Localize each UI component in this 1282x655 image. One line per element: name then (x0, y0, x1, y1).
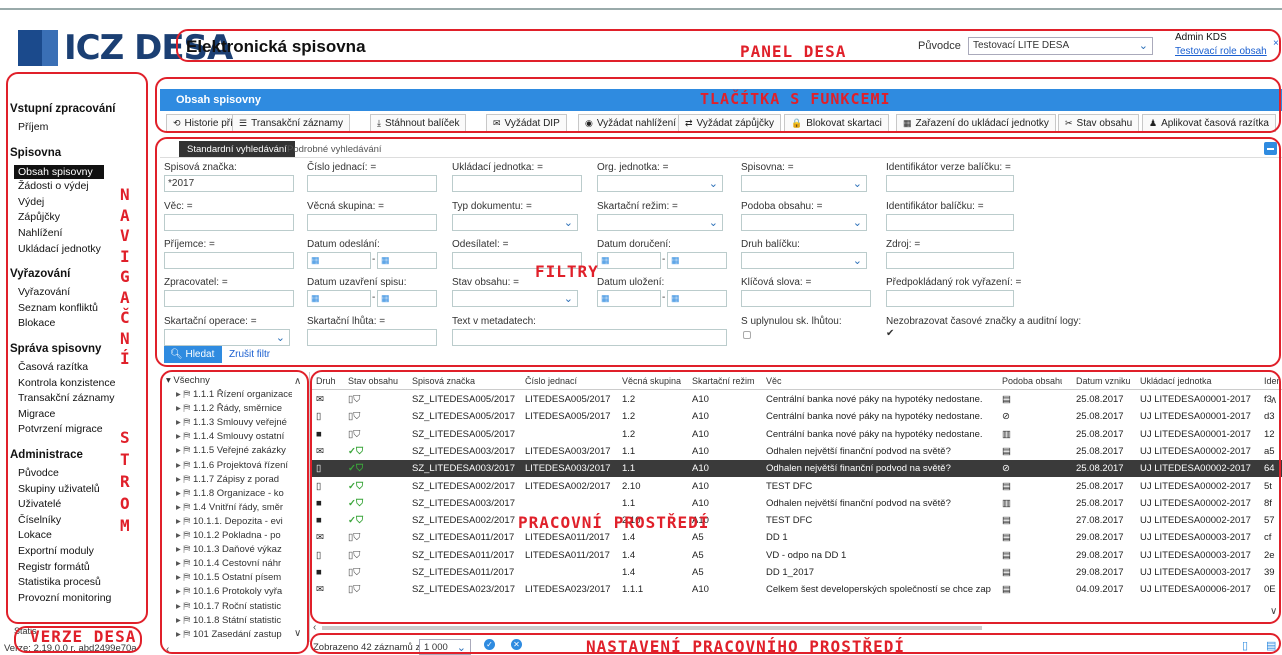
annotation-nav-box (6, 72, 148, 624)
annotation-nav-letter: N (120, 185, 131, 204)
table-scroll-left-icon[interactable]: ‹ (313, 622, 316, 633)
table-horizontal-scrollbar[interactable] (322, 626, 982, 630)
annotation-settings-label: NASTAVENÍ PRACOVNÍHO PROSTŘEDÍ (586, 637, 905, 655)
annotation-tree-letter: S (120, 428, 131, 447)
annotation-tree-letter: T (120, 450, 131, 469)
annotation-panel-box (176, 29, 1281, 62)
annotation-tree-box (160, 370, 309, 654)
annotation-workspace-box (310, 370, 1281, 624)
annotation-workspace-label: PRACOVNÍ PROSTŘEDÍ (518, 513, 710, 532)
annotation-tree-letter: R (120, 472, 131, 491)
annotation-panel-label: PANEL DESA (740, 42, 847, 61)
annotation-nav-letter: G (120, 267, 131, 286)
annotation-tree-letter: M (120, 516, 131, 535)
logo-mark (18, 30, 58, 66)
top-border (0, 8, 1282, 10)
annotation-filters-box (155, 137, 1281, 367)
annotation-filters-label: FILTRY (535, 262, 599, 281)
annotation-version-label: VERZE DESA (30, 627, 137, 646)
annotation-tree-letter: O (120, 494, 131, 513)
annotation-buttons-label: TLAČÍTKA S FUNKCEMI (700, 90, 891, 108)
annotation-nav-letter: I (120, 246, 131, 266)
app-root: ICZ DESA Elektronická spisovna Původce T… (0, 0, 1282, 655)
annotation-nav-letter: Í (120, 349, 131, 368)
annotation-nav-letter: V (120, 226, 131, 245)
annotation-nav-letter: A (120, 205, 131, 225)
annotation-nav-letter: A (120, 287, 131, 307)
annotation-nav-letter: Č (120, 308, 131, 327)
annotation-nav-letter: N (120, 328, 131, 348)
